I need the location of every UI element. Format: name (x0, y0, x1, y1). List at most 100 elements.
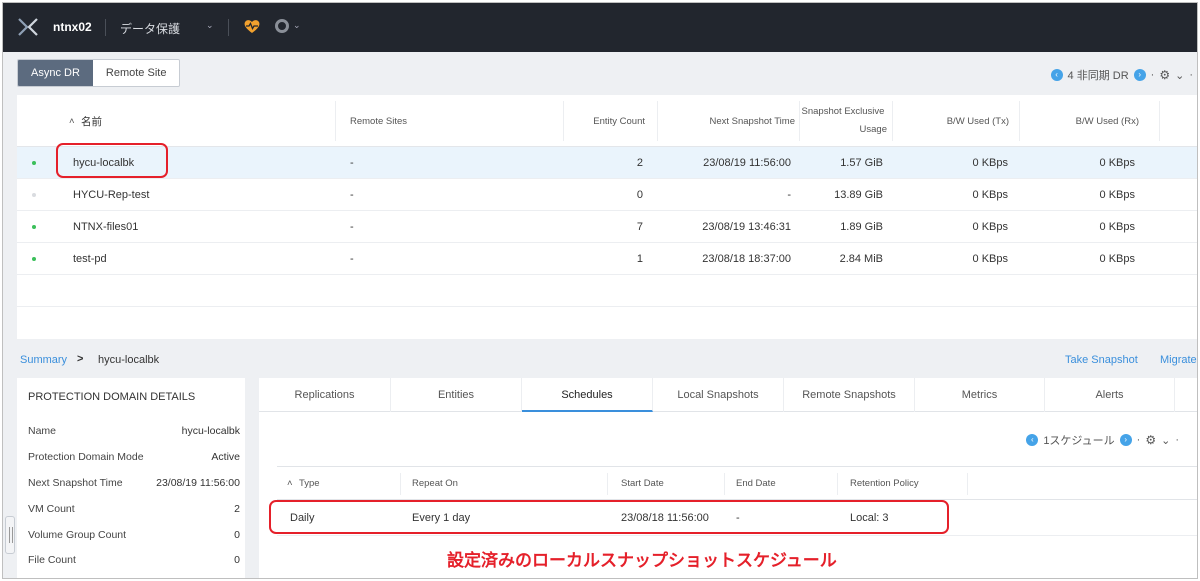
table-row[interactable]: NTNX-files01 - 7 23/08/19 13:46:31 1.89 … (17, 211, 1197, 243)
tab-entities[interactable]: Entities (391, 378, 522, 412)
schedule-pager: ‹ 1スケジュール › · ⚙ ⌄ · (1026, 432, 1179, 448)
column-divider (335, 101, 336, 141)
row-next-snapshot: 23/08/18 18:37:00 (702, 253, 791, 265)
previous-page-icon[interactable]: ‹ (1026, 434, 1039, 446)
column-divider (724, 473, 725, 495)
topbar-divider (105, 19, 106, 36)
sort-asc-icon[interactable]: ˄ (69, 95, 75, 147)
table-row[interactable]: HYCU-Rep-test - 0 - 13.89 GiB 0 KBps 0 K… (17, 179, 1197, 211)
tab-metrics[interactable]: Metrics (915, 378, 1045, 412)
next-page-icon[interactable]: › (1133, 69, 1146, 81)
row-name[interactable]: HYCU-Rep-test (73, 179, 149, 211)
detail-value: 0 (234, 529, 240, 541)
column-bw-tx[interactable]: B/W Used (Tx) (892, 95, 1009, 147)
chevron-down-icon[interactable]: ⌄ (293, 20, 301, 31)
row-usage: 1.89 GiB (840, 221, 883, 233)
row-bw-tx: 0 KBps (972, 253, 1008, 265)
table-pager: ‹ 4 非同期 DR › · ⚙ ⌄ · (1050, 67, 1193, 83)
status-green-icon (32, 161, 36, 165)
tab-remote-site[interactable]: Remote Site (92, 60, 180, 86)
schedule-count: 1スケジュール (1043, 435, 1115, 447)
tab-async-dr[interactable]: Async DR (18, 60, 93, 86)
panel-resize-handle[interactable] (5, 516, 15, 554)
tab-alerts[interactable]: Alerts (1045, 378, 1175, 412)
detail-tabs: Replications Entities Schedules Local Sn… (259, 378, 1197, 412)
column-start-date[interactable]: Start Date (621, 467, 664, 501)
nutanix-logo-icon[interactable] (17, 17, 39, 37)
chevron-down-icon[interactable]: ⌄ (206, 20, 214, 31)
breadcrumb-summary-link[interactable]: Summary (20, 354, 67, 366)
detail-value: 2 (234, 503, 240, 515)
grip-line (9, 527, 10, 543)
tab-schedules[interactable]: Schedules (522, 378, 653, 412)
next-page-icon[interactable]: › (1119, 434, 1132, 446)
chevron-down-icon[interactable]: ⌄ (1175, 69, 1184, 82)
dr-type-switch: Async DR Remote Site (17, 59, 181, 87)
take-snapshot-link[interactable]: Take Snapshot (1065, 354, 1138, 366)
row-usage: 13.89 GiB (834, 189, 883, 201)
column-snapshot-exclusive-usage[interactable]: Snapshot Exclusive Usage (799, 95, 887, 147)
cluster-name[interactable]: ntnx02 (53, 20, 92, 34)
detail-value: Active (211, 451, 240, 463)
detail-key: VM Count (28, 503, 75, 515)
column-divider (837, 473, 838, 495)
detail-value: hycu-localbk (181, 425, 240, 437)
annotation-text: 設定済みのローカルスナップショットスケジュール (447, 551, 837, 570)
row-entity-count: 0 (636, 189, 643, 201)
record-count: 4 非同期 DR (1067, 70, 1129, 82)
tab-remote-snapshots[interactable]: Remote Snapshots (784, 378, 915, 412)
detail-row: Protection Domain Mode Active (28, 451, 240, 471)
separator-dot: · (1175, 434, 1179, 446)
detail-key: Name (28, 425, 57, 437)
detail-row: VM Count 2 (28, 503, 240, 523)
table-row[interactable]: hycu-localbk - 2 23/08/19 11:56:00 1.57 … (17, 147, 1197, 179)
column-repeat-on[interactable]: Repeat On (412, 467, 458, 501)
detail-key: Next Snapshot Time (28, 477, 123, 489)
column-name[interactable]: 名前 (81, 95, 102, 147)
row-remote-sites: - (350, 221, 354, 233)
separator-dot: · (1136, 434, 1141, 446)
detail-row: Next Snapshot Time 23/08/19 11:56:00 (28, 477, 240, 497)
health-heart-icon[interactable] (243, 17, 261, 35)
column-next-snapshot-time[interactable]: Next Snapshot Time (657, 95, 795, 147)
migrate-link[interactable]: Migrate (1160, 354, 1197, 366)
row-name[interactable]: NTNX-files01 (73, 211, 138, 243)
chevron-down-icon[interactable]: ⌄ (1161, 434, 1170, 447)
row-name[interactable]: test-pd (73, 243, 107, 275)
protection-domain-table: ˄ 名前 Remote Sites Entity Count Next Snap… (17, 95, 1197, 339)
status-green-icon (32, 257, 36, 261)
column-type[interactable]: Type (299, 467, 320, 501)
column-remote-sites[interactable]: Remote Sites (350, 95, 407, 147)
detail-value: 0 (234, 554, 240, 566)
tab-local-snapshots[interactable]: Local Snapshots (653, 378, 784, 412)
row-usage: 2.84 MiB (839, 253, 883, 265)
alerts-ring-icon[interactable] (275, 19, 289, 33)
view-selector[interactable]: データ保護 (120, 20, 180, 37)
row-entity-count: 1 (636, 253, 643, 265)
previous-page-icon[interactable]: ‹ (1050, 69, 1063, 81)
row-remote-sites: - (350, 253, 354, 265)
breadcrumb: Summary > hycu-localbk Take Snapshot Mig… (3, 343, 1197, 377)
table-row[interactable]: test-pd - 1 23/08/18 18:37:00 2.84 MiB 0… (17, 243, 1197, 275)
gear-icon[interactable]: ⚙ (1145, 433, 1156, 447)
column-end-date[interactable]: End Date (736, 467, 776, 501)
detail-value: 23/08/19 11:56:00 (156, 477, 240, 489)
column-divider (607, 473, 608, 495)
column-divider (400, 473, 401, 495)
grip-line (12, 527, 13, 543)
column-entity-count[interactable]: Entity Count (563, 95, 645, 147)
breadcrumb-current: hycu-localbk (98, 354, 160, 366)
row-bw-rx: 0 KBps (1099, 253, 1135, 265)
detail-row: File Count 0 (28, 554, 240, 574)
tab-replications[interactable]: Replications (259, 378, 391, 412)
app-window: ntnx02 データ保護 ⌄ ⌄ Async DR Remote Site ‹ … (2, 2, 1198, 579)
row-remote-sites: - (350, 189, 354, 201)
detail-row: Name hycu-localbk (28, 425, 240, 445)
sub-toolbar: Async DR Remote Site ‹ 4 非同期 DR › · ⚙ ⌄ … (3, 52, 1197, 92)
column-bw-rx[interactable]: B/W Used (Rx) (1019, 95, 1139, 147)
column-snapshot-exclusive-line1: Snapshot Exclusive (801, 106, 885, 117)
column-retention-policy[interactable]: Retention Policy (850, 467, 919, 501)
sort-asc-icon[interactable]: ˄ (287, 467, 293, 501)
status-green-icon (32, 225, 36, 229)
gear-icon[interactable]: ⚙ (1159, 68, 1170, 82)
